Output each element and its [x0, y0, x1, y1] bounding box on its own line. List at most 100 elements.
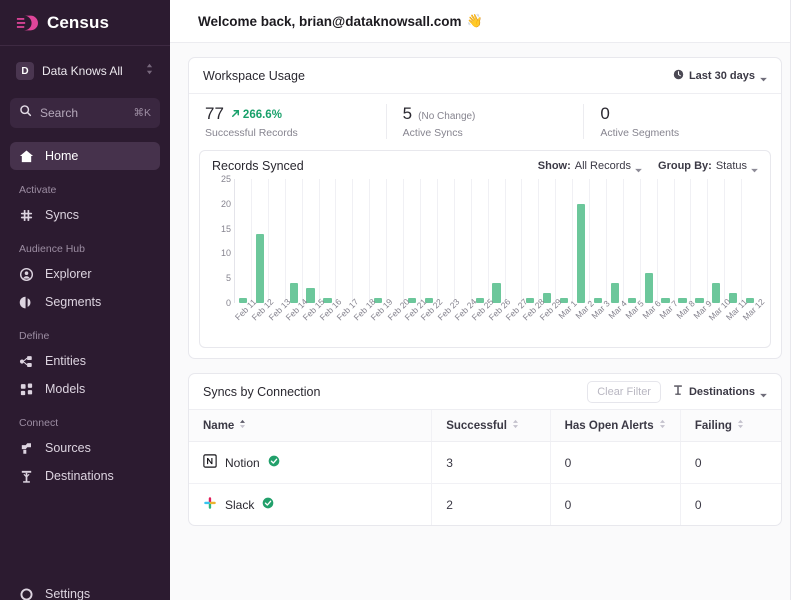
- chart-bar[interactable]: [644, 273, 653, 303]
- chart-bar-column[interactable]: [607, 179, 624, 303]
- sidebar-item-settings[interactable]: Settings: [0, 580, 170, 600]
- show-filter-value: All Records: [574, 160, 632, 172]
- chart-bar-column[interactable]: [269, 179, 286, 303]
- col-has-open-alerts[interactable]: Has Open Alerts: [549, 410, 681, 442]
- sidebar-item-settings-inner[interactable]: Settings: [10, 580, 160, 600]
- chart-bar-column[interactable]: [590, 179, 607, 303]
- x-tick: Mar 1: [555, 298, 578, 347]
- chart-bar-column[interactable]: [675, 179, 692, 303]
- sidebar-item-label: Home: [45, 149, 79, 163]
- chart-bar-column[interactable]: [539, 179, 557, 303]
- chart-bar[interactable]: [255, 233, 264, 303]
- chart-bar[interactable]: [289, 283, 298, 303]
- chart-bar-column[interactable]: [252, 179, 269, 303]
- chart-y-axis: 0 5 10 15 20 25: [212, 174, 234, 308]
- x-tick: Mar 4: [606, 298, 629, 347]
- records-synced-title: Records Synced: [212, 159, 304, 173]
- chart-bar-column[interactable]: [489, 179, 506, 303]
- chart-bar-column[interactable]: [691, 179, 709, 303]
- chart-bar-column[interactable]: [336, 179, 354, 303]
- chevron-down-icon: [751, 164, 758, 172]
- x-tick: Feb 12: [250, 297, 276, 347]
- stat-value: 77: [205, 104, 224, 123]
- cell-name: Slack: [189, 484, 432, 526]
- chart-bar-column[interactable]: [556, 179, 574, 303]
- brand-name: Census: [47, 12, 110, 32]
- notion-icon: [203, 454, 217, 471]
- table-row[interactable]: Slack 2 0 0: [189, 483, 781, 526]
- sidebar-item-home[interactable]: Home: [10, 142, 160, 170]
- chart-bar-column[interactable]: [708, 179, 726, 303]
- chart-bar[interactable]: [576, 203, 586, 303]
- chart-bar-column[interactable]: [624, 179, 641, 303]
- destinations-dropdown[interactable]: Destinations: [672, 384, 767, 399]
- cell-successful: 2: [431, 483, 551, 525]
- x-tick: Feb 22: [419, 297, 445, 347]
- chart-bar-column[interactable]: [303, 179, 320, 303]
- col-alerts-label: Has Open Alerts: [564, 419, 654, 432]
- chart-bar-column[interactable]: [455, 179, 472, 303]
- group-by-dropdown[interactable]: Group By: Status: [658, 160, 758, 172]
- chevron-updown-icon: [145, 62, 154, 81]
- show-filter-label: Show:: [537, 160, 571, 172]
- chart-bar-column[interactable]: [353, 179, 371, 303]
- chart-bar-column[interactable]: [472, 179, 489, 303]
- sidebar: Census D Data Knows All Search ⌘K Home A…: [0, 0, 170, 600]
- workspace-initial: D: [16, 62, 34, 80]
- table-row[interactable]: Notion 3 0 0: [189, 441, 781, 484]
- col-name[interactable]: Name: [189, 410, 432, 442]
- brand: Census: [0, 0, 170, 46]
- sidebar-item-explorer[interactable]: Explorer: [10, 260, 160, 288]
- x-tick: Mar 12: [740, 297, 766, 347]
- chart-bar-column[interactable]: [370, 179, 388, 303]
- sidebar-item-entities[interactable]: Entities: [10, 347, 160, 375]
- x-tick: Mar 5: [623, 298, 646, 347]
- x-tick: Mar 7: [657, 298, 679, 347]
- x-tick: Feb 14: [284, 297, 310, 347]
- sidebar-item-label: Entities: [45, 354, 86, 368]
- col-failing[interactable]: Failing: [679, 410, 781, 442]
- destinations-icon: [19, 469, 34, 484]
- search-input[interactable]: Search ⌘K: [10, 98, 160, 128]
- connection-name: Slack: [225, 497, 255, 512]
- chart-bar[interactable]: [492, 283, 501, 303]
- chart-bar-column[interactable]: [742, 179, 758, 303]
- chart-bar-column[interactable]: [421, 179, 438, 303]
- col-successful[interactable]: Successful: [431, 410, 551, 442]
- chart-bar-column[interactable]: [658, 179, 675, 303]
- table-header-row: Name Successful Has Open Alerts Failing: [189, 410, 781, 442]
- chart-bar-column[interactable]: [522, 179, 540, 303]
- sidebar-item-label: Segments: [45, 295, 102, 309]
- chart-bar[interactable]: [610, 283, 620, 303]
- chart-bar-column[interactable]: [404, 179, 421, 303]
- chart-bar-column[interactable]: [235, 179, 252, 303]
- x-tick: Feb 23: [436, 297, 462, 347]
- sidebar-group-audience-hub: Audience Hub: [19, 243, 85, 255]
- chart-bar-column[interactable]: [506, 179, 523, 303]
- models-icon: [19, 382, 34, 397]
- stat-delta-value: 266.6%: [242, 109, 282, 121]
- sort-icon: [512, 419, 519, 432]
- chart-bar-column[interactable]: [725, 179, 743, 303]
- sidebar-item-segments[interactable]: Segments: [10, 288, 160, 316]
- chart-bar[interactable]: [712, 283, 721, 303]
- chart-bar-column[interactable]: [286, 179, 303, 303]
- sidebar-item-sources[interactable]: Sources: [10, 434, 160, 462]
- sidebar-group-define: Define: [19, 330, 50, 342]
- x-tick: Feb 17: [335, 297, 361, 347]
- chart-bar-column[interactable]: [641, 179, 658, 303]
- sidebar-item-models[interactable]: Models: [10, 375, 160, 403]
- date-range-dropdown[interactable]: Last 30 days: [673, 69, 767, 83]
- chart-bar-column[interactable]: [320, 179, 337, 303]
- chart-x-axis: Feb 11 Feb 12 Feb 13 Feb 14 Feb 15 Feb 16 Feb …: [233, 297, 766, 347]
- show-filter-dropdown[interactable]: Show: All Records: [538, 160, 642, 172]
- destinations-icon: [672, 384, 684, 399]
- sidebar-group-activate: Activate: [19, 184, 57, 196]
- clear-filter-button[interactable]: Clear Filter: [587, 380, 661, 403]
- chart-bar-column[interactable]: [438, 179, 455, 303]
- workspace-switcher[interactable]: D Data Knows All: [10, 56, 160, 86]
- chart-bar-column[interactable]: [573, 179, 591, 303]
- sidebar-item-syncs[interactable]: Syncs: [10, 201, 160, 229]
- chart-bar-column[interactable]: [387, 179, 405, 303]
- sidebar-item-destinations[interactable]: Destinations: [10, 462, 160, 490]
